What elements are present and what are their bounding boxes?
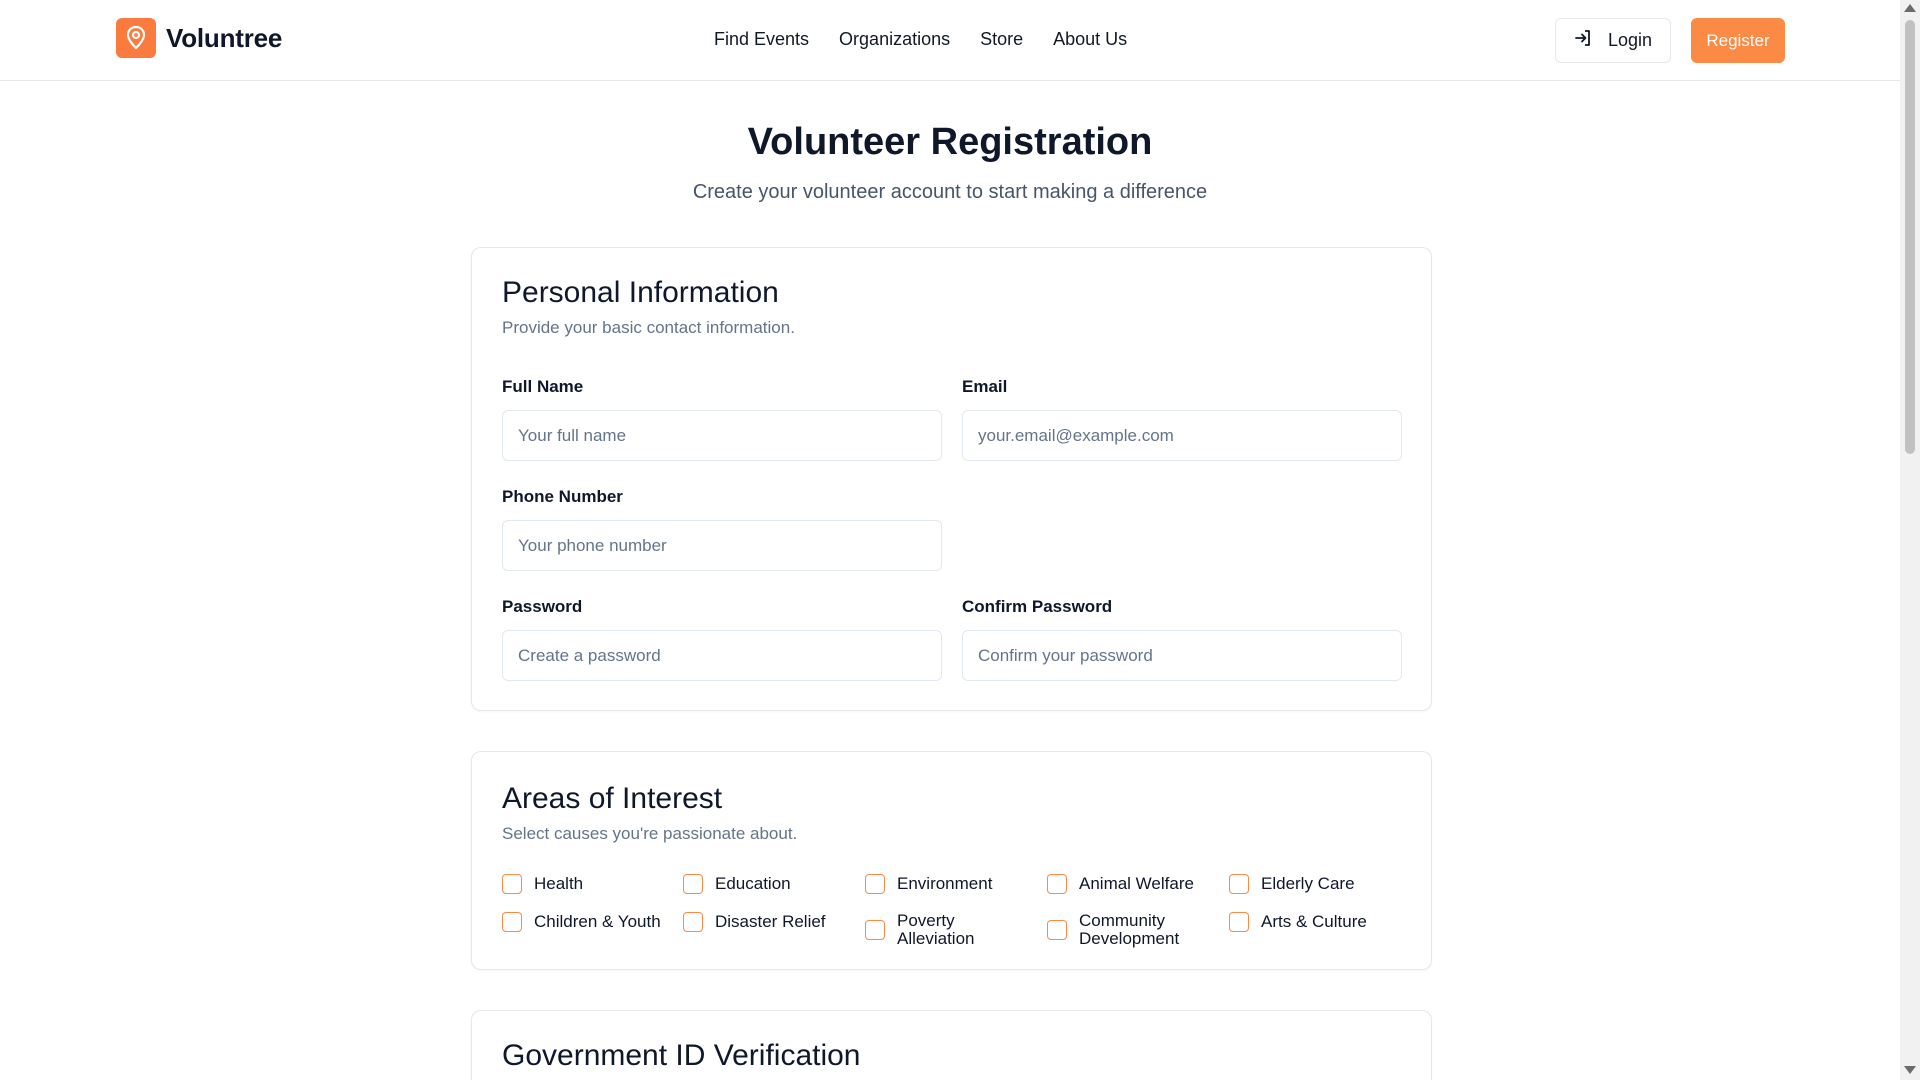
interest-animal-welfare[interactable]: Animal Welfare: [1047, 874, 1194, 894]
personal-information-card: Personal Information Provide your basic …: [471, 247, 1432, 711]
scroll-thumb[interactable]: [1905, 20, 1915, 454]
areas-of-interest-title: Areas of Interest: [502, 782, 723, 815]
password-input[interactable]: [502, 630, 942, 681]
interest-elderly-care[interactable]: Elderly Care: [1229, 874, 1355, 894]
personal-information-title: Personal Information: [502, 276, 779, 309]
page-scrollbar[interactable]: [1900, 0, 1920, 1080]
checkbox[interactable]: [502, 912, 522, 932]
checkbox[interactable]: [502, 874, 522, 894]
interest-environment[interactable]: Environment: [865, 874, 992, 894]
areas-of-interest-card: Areas of Interest Select causes you're p…: [471, 751, 1432, 970]
interest-label: Education: [715, 874, 791, 893]
interest-education[interactable]: Education: [683, 874, 791, 894]
government-id-title: Government ID Verification: [502, 1039, 861, 1072]
areas-of-interest-description: Select causes you're passionate about.: [502, 824, 798, 843]
full-name-label: Full Name: [502, 377, 584, 396]
scroll-down-icon[interactable]: [1904, 1066, 1916, 1074]
interest-arts-culture[interactable]: Arts & Culture: [1229, 912, 1367, 932]
interest-label: Health: [534, 874, 584, 893]
interest-children-youth[interactable]: Children & Youth: [502, 912, 661, 932]
checkbox[interactable]: [1229, 874, 1249, 894]
phone-number-label: Phone Number: [502, 487, 623, 506]
login-button[interactable]: Login: [1555, 18, 1671, 63]
nav-find-events[interactable]: Find Events: [714, 29, 809, 50]
interest-label: Animal Welfare: [1079, 874, 1194, 893]
login-arrow-icon: [1574, 29, 1592, 52]
brand[interactable]: Voluntree: [116, 18, 282, 58]
page-subtitle: Create your volunteer account to start m…: [692, 181, 1208, 203]
top-navbar: Voluntree Find Events Organizations Stor…: [0, 0, 1900, 81]
confirm-password-input[interactable]: [962, 630, 1402, 681]
interest-label: Elderly Care: [1261, 874, 1355, 893]
checkbox[interactable]: [1047, 920, 1067, 940]
nav-about-us[interactable]: About Us: [1053, 29, 1127, 50]
interest-label: Poverty Alleviation: [897, 911, 975, 948]
main-nav: Find Events Organizations Store About Us: [714, 29, 1127, 50]
map-pin-icon: [116, 18, 156, 58]
register-button[interactable]: Register: [1691, 18, 1785, 63]
checkbox[interactable]: [865, 874, 885, 894]
email-label: Email: [962, 377, 1008, 396]
interest-label: Children & Youth: [534, 912, 661, 931]
interest-community-development[interactable]: Community Development: [1047, 912, 1199, 948]
phone-number-input[interactable]: [502, 520, 942, 571]
personal-information-description: Provide your basic contact information.: [502, 318, 795, 337]
confirm-password-label: Confirm Password: [962, 597, 1113, 616]
checkbox[interactable]: [683, 874, 703, 894]
checkbox[interactable]: [1047, 874, 1067, 894]
full-name-input[interactable]: [502, 410, 942, 461]
interest-label: Disaster Relief: [715, 912, 826, 931]
interest-label: Community Development: [1079, 911, 1180, 948]
interest-poverty-alleviation[interactable]: Poverty Alleviation: [865, 912, 989, 948]
brand-name: Voluntree: [166, 22, 283, 53]
login-label: Login: [1607, 30, 1653, 50]
interest-label: Environment: [897, 874, 993, 893]
page-title: Volunteer Registration: [747, 121, 1153, 163]
interest-label: Arts & Culture: [1261, 912, 1367, 931]
interest-health[interactable]: Health: [502, 874, 583, 894]
checkbox[interactable]: [1229, 912, 1249, 932]
email-input[interactable]: [962, 410, 1402, 461]
password-label: Password: [502, 597, 583, 616]
government-id-card: Government ID Verification: [471, 1010, 1432, 1080]
nav-organizations[interactable]: Organizations: [839, 29, 950, 50]
checkbox[interactable]: [865, 920, 885, 940]
scroll-up-icon[interactable]: [1904, 4, 1916, 12]
checkbox[interactable]: [683, 912, 703, 932]
interest-disaster-relief[interactable]: Disaster Relief: [683, 912, 826, 932]
nav-store[interactable]: Store: [980, 29, 1023, 50]
